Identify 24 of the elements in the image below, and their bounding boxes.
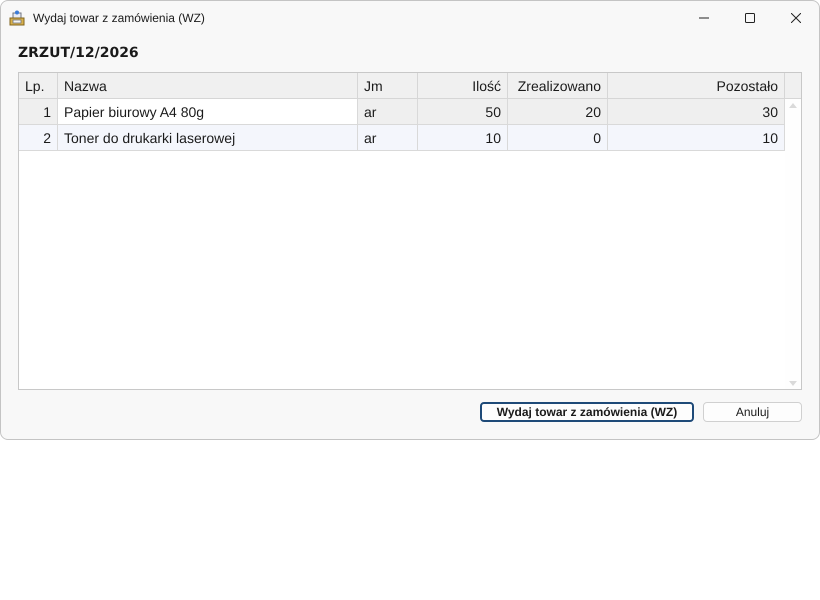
column-header[interactable]: Ilość	[418, 73, 508, 99]
window-title: Wydaj towar z zamówienia (WZ)	[33, 11, 205, 25]
printer-icon	[9, 10, 25, 26]
column-header[interactable]: Zrealizowano	[508, 73, 608, 99]
column-header[interactable]: Lp.	[19, 73, 58, 99]
table-cell: ar	[358, 125, 418, 151]
table-cell: Toner do drukarki laserowej	[58, 125, 358, 151]
scroll-down-icon[interactable]	[789, 381, 797, 386]
close-icon	[791, 13, 801, 23]
header-corner	[785, 73, 801, 99]
confirm-button[interactable]: Wydaj towar z zamówienia (WZ)	[480, 402, 694, 422]
table-row[interactable]: 1 Papier biurowy A4 80g ar 50 20 30	[19, 99, 785, 125]
maximize-icon	[745, 13, 755, 23]
cancel-button[interactable]: Anuluj	[703, 402, 802, 422]
column-header[interactable]: Pozostało	[608, 73, 785, 99]
table-row[interactable]: 2 Toner do drukarki laserowej ar 10 0 10	[19, 125, 785, 151]
table-cell: 2	[19, 125, 58, 151]
column-header[interactable]: Jm	[358, 73, 418, 99]
document-number: ZRZUT/12/2026	[18, 44, 139, 63]
table-cell: Papier biurowy A4 80g	[58, 99, 358, 125]
scroll-up-icon[interactable]	[789, 103, 797, 108]
column-header[interactable]: Nazwa	[58, 73, 358, 99]
table-cell: 10	[418, 125, 508, 151]
table-cell: 0	[508, 125, 608, 151]
